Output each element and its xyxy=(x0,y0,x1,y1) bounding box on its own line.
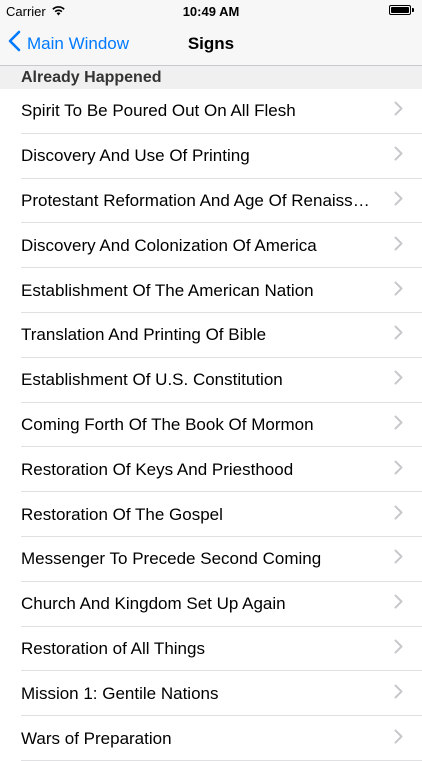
chevron-right-icon xyxy=(394,729,403,749)
list-item-label: Establishment Of The American Nation xyxy=(21,280,314,300)
navigation-bar: Main Window Signs xyxy=(0,22,422,66)
list-item[interactable]: Discovery And Use Of Printing xyxy=(0,134,422,179)
battery-tip xyxy=(412,8,414,12)
status-time: 10:49 AM xyxy=(182,4,240,19)
list-item[interactable]: Establishment Of U.S. Constitution xyxy=(0,358,422,403)
chevron-right-icon xyxy=(394,684,403,704)
list-item[interactable]: Wars of Preparation xyxy=(0,716,422,761)
list-item-label: Restoration Of Keys And Priesthood xyxy=(21,459,294,479)
list-item-label: Restoration of All Things xyxy=(21,638,205,658)
signs-list: Spirit To Be Poured Out On All Flesh Disc… xyxy=(0,89,422,761)
chevron-right-icon xyxy=(394,236,403,256)
battery-fill xyxy=(391,7,409,13)
chevron-right-icon xyxy=(394,146,403,166)
list-item[interactable]: Restoration Of The Gospel xyxy=(0,492,422,537)
list-item[interactable]: Protestant Reformation And Age Of Renais… xyxy=(0,179,422,224)
battery-icon xyxy=(389,5,411,15)
list-item[interactable]: Discovery And Colonization Of America xyxy=(0,223,422,268)
chevron-right-icon xyxy=(394,281,403,301)
chevron-right-icon xyxy=(394,460,403,480)
list-item[interactable]: Coming Forth Of The Book Of Mormon xyxy=(0,403,422,448)
section-header: Already Happened xyxy=(0,66,422,89)
list-item-label: Messenger To Precede Second Coming xyxy=(21,549,322,569)
chevron-right-icon xyxy=(394,594,403,614)
list-item[interactable]: Restoration Of Keys And Priesthood xyxy=(0,447,422,492)
list-item[interactable]: Messenger To Precede Second Coming xyxy=(0,537,422,582)
list-item[interactable]: Translation And Printing Of Bible xyxy=(0,313,422,358)
chevron-right-icon xyxy=(394,370,403,390)
chevron-right-icon xyxy=(394,191,403,211)
status-bar: Carrier 10:49 AM xyxy=(0,0,422,22)
status-right xyxy=(389,5,414,15)
list-item-label: Coming Forth Of The Book Of Mormon xyxy=(21,414,314,434)
list-item-label: Spirit To Be Poured Out On All Flesh xyxy=(21,101,296,121)
list-item-label: Restoration Of The Gospel xyxy=(21,504,223,524)
page-title: Signs xyxy=(187,34,235,53)
chevron-right-icon xyxy=(394,505,403,525)
list-item-label: Establishment Of U.S. Constitution xyxy=(21,370,283,390)
list-item-label: Translation And Printing Of Bible xyxy=(21,325,267,345)
list-item[interactable]: Spirit To Be Poured Out On All Flesh xyxy=(0,89,422,134)
list-item-label: Church And Kingdom Set Up Again xyxy=(21,594,286,614)
chevron-right-icon xyxy=(394,415,403,435)
list-item-label: Mission 1: Gentile Nations xyxy=(21,683,219,703)
list-item[interactable]: Church And Kingdom Set Up Again xyxy=(0,582,422,627)
list-item-label: Discovery And Colonization Of America xyxy=(21,235,317,255)
chevron-right-icon xyxy=(394,549,403,569)
list-item-label: Discovery And Use Of Printing xyxy=(21,146,250,166)
list-item-label: Protestant Reformation And Age Of Renais… xyxy=(21,190,378,210)
list-item[interactable]: Mission 1: Gentile Nations xyxy=(0,671,422,716)
chevron-right-icon xyxy=(394,101,403,121)
chevron-right-icon xyxy=(394,639,403,659)
list-item-label: Wars of Preparation xyxy=(21,728,172,748)
chevron-right-icon xyxy=(394,325,403,345)
list-item[interactable]: Restoration of All Things xyxy=(0,627,422,672)
list-item[interactable]: Establishment Of The American Nation xyxy=(0,268,422,313)
